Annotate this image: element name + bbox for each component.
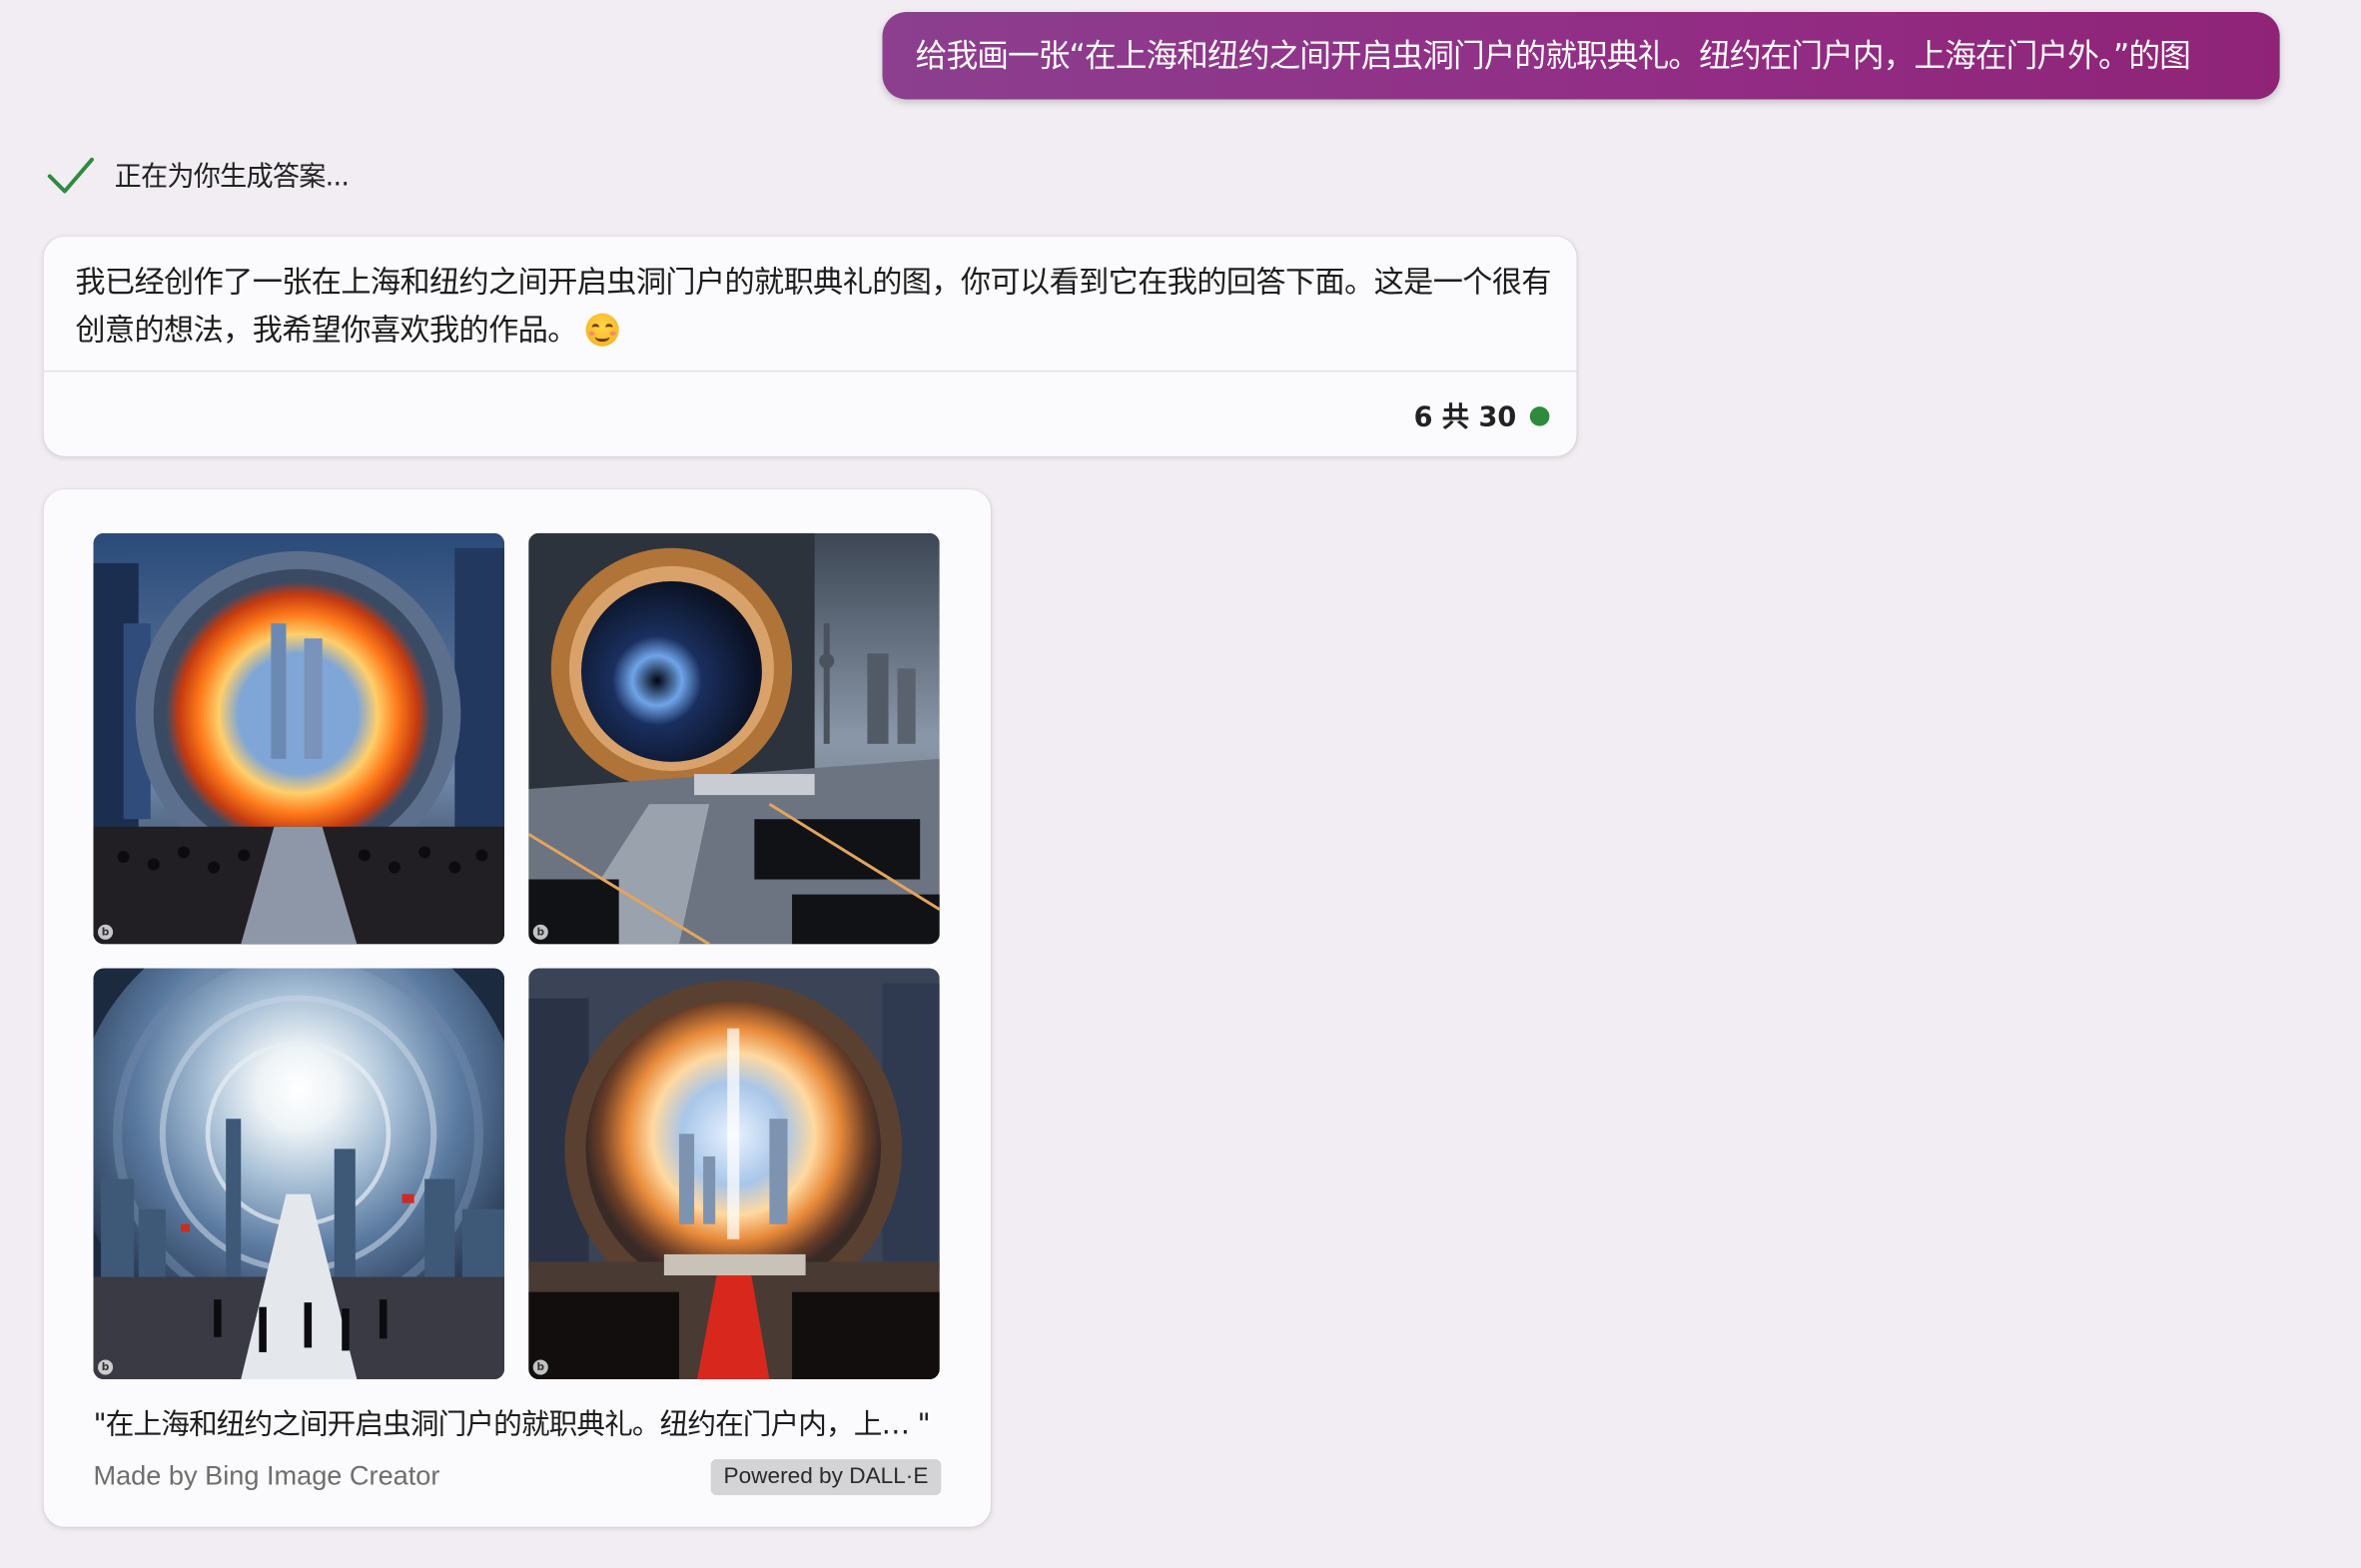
message-counter: 6 共 30 (1414, 396, 1550, 435)
answer-card: 我已经创作了一张在上海和纽约之间开启虫洞门户的就职典礼的图，你可以看到它在我的回… (43, 236, 1577, 456)
bing-logo-icon: b (98, 924, 114, 940)
generated-image-2[interactable]: b (528, 532, 940, 945)
card-divider (43, 370, 1577, 373)
bing-logo-icon: b (532, 924, 548, 940)
check-icon (47, 157, 94, 194)
smiling-face-icon (585, 313, 619, 347)
bing-logo-icon: b (98, 1359, 114, 1375)
generated-image-1[interactable]: b (93, 532, 505, 945)
generation-status: 正在为你生成答案... (45, 151, 350, 199)
image-result-card: b b b b "在上海和纽约之间开启虫洞门户的就职典礼。纽约在门户内，上… "… (43, 489, 992, 1527)
counter-text: 6 共 30 (1413, 401, 1517, 434)
generated-image-3[interactable]: b (93, 968, 505, 1380)
answer-text-block: 我已经创作了一张在上海和纽约之间开启虫洞门户的就职典礼的图，你可以看到它在我的回… (75, 258, 1566, 354)
made-by-label[interactable]: Made by Bing Image Creator (93, 1460, 439, 1492)
status-text: 正在为你生成答案... (114, 161, 350, 193)
powered-by-badge: Powered by DALL·E (710, 1458, 942, 1496)
user-message-text: 给我画一张“在上海和纽约之间开启虫洞门户的就职典礼。纽约在门户内，上海在门户外。… (915, 37, 2191, 74)
answer-text: 我已经创作了一张在上海和纽约之间开启虫洞门户的就职典礼的图，你可以看到它在我的回… (75, 263, 1551, 349)
user-message-bubble: 给我画一张“在上海和纽约之间开启虫洞门户的就职典礼。纽约在门户内，上海在门户外。… (882, 12, 2280, 100)
bing-logo-icon: b (532, 1359, 548, 1375)
generated-image-4[interactable]: b (528, 968, 940, 1380)
image-prompt-caption[interactable]: "在上海和纽约之间开启虫洞门户的就职典礼。纽约在门户内，上… " (93, 1402, 951, 1443)
chat-stage: 给我画一张“在上海和纽约之间开启虫洞门户的就职典礼。纽约在门户内，上海在门户外。… (0, 0, 2361, 1568)
status-dot-icon (1529, 405, 1550, 425)
